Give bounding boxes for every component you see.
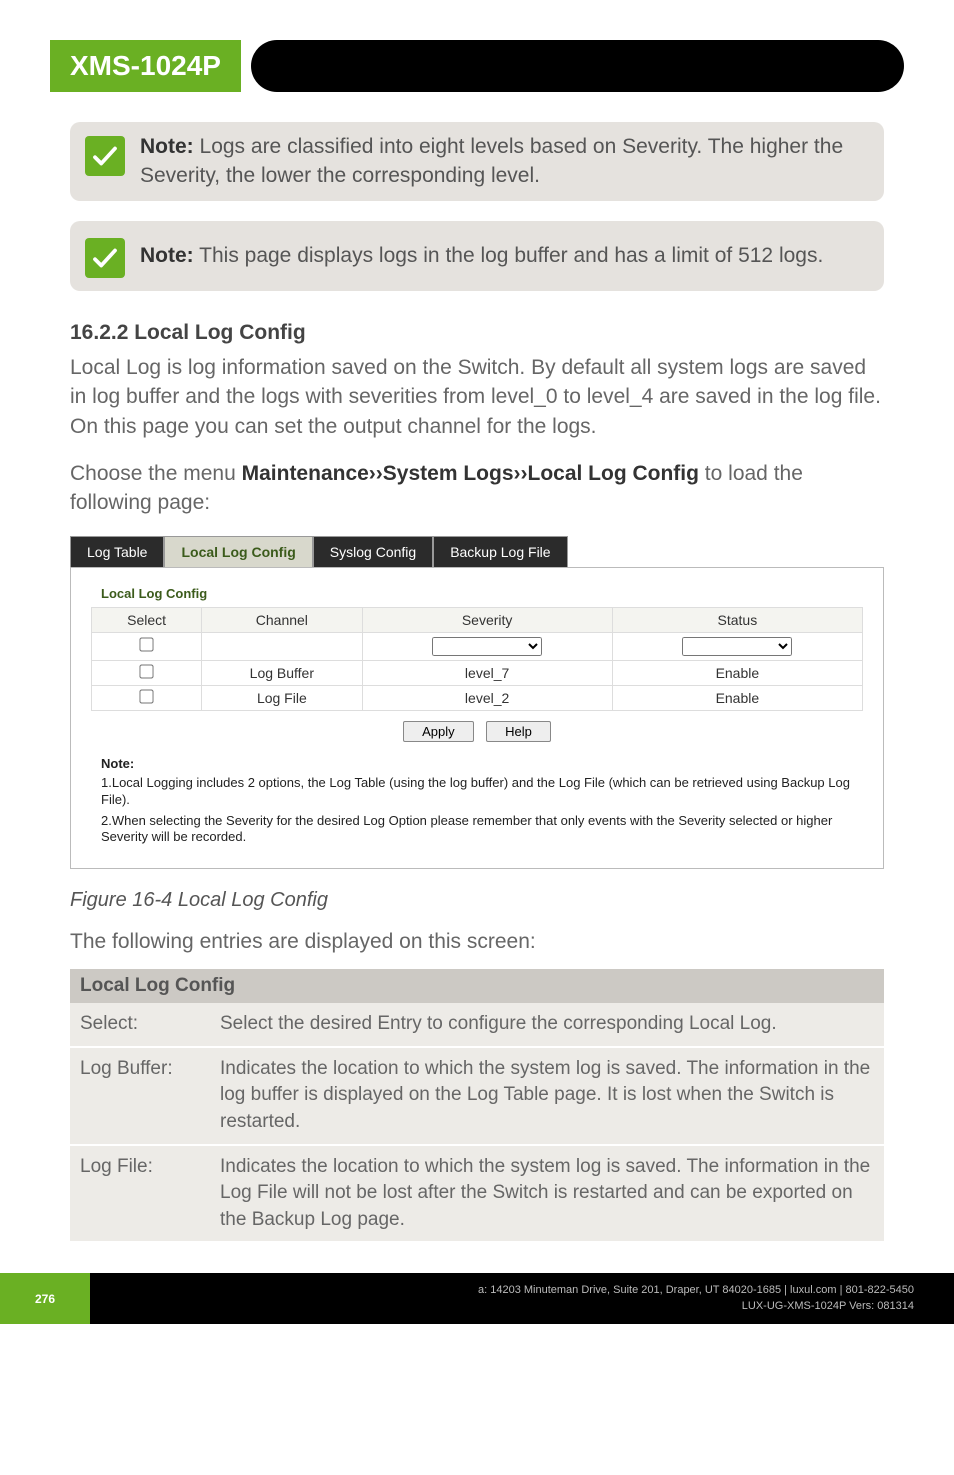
para2-strong: Maintenance››System Logs››Local Log Conf… <box>242 462 699 485</box>
config-panel: Local Log Config Select Channel Severity… <box>70 567 884 870</box>
product-badge: XMS-1024P <box>50 40 241 92</box>
table-row: Log Buffer level_7 Enable <box>92 660 863 685</box>
entries-intro: The following entries are displayed on t… <box>70 930 884 954</box>
col-channel: Channel <box>202 607 362 632</box>
row2-channel: Log File <box>202 685 362 710</box>
row1-status: Enable <box>612 660 862 685</box>
row0-status-select[interactable] <box>682 637 792 656</box>
panel-title: Local Log Config <box>91 586 863 601</box>
desc-row: Log File: Indicates the location to whic… <box>70 1145 884 1243</box>
row0-channel <box>202 632 362 660</box>
screenshot-note-block: Note: 1.Local Logging includes 2 options… <box>91 756 863 847</box>
para2-pre: Choose the menu <box>70 462 242 485</box>
section-para-2: Choose the menu Maintenance››System Logs… <box>70 459 884 518</box>
tab-syslog-config[interactable]: Syslog Config <box>313 536 433 567</box>
footer-info: a: 14203 Minuteman Drive, Suite 201, Dra… <box>90 1273 954 1324</box>
config-screenshot: Log Table Local Log Config Syslog Config… <box>70 536 884 870</box>
tab-backup-log-file[interactable]: Backup Log File <box>433 536 567 567</box>
footer-page-number: 276 <box>0 1273 90 1324</box>
row2-severity: level_2 <box>362 685 612 710</box>
footer-line2: LUX-UG-XMS-1024P Vers: 081314 <box>742 1300 914 1312</box>
check-icon <box>85 238 125 278</box>
note-body-2: This page displays logs in the log buffe… <box>199 244 823 267</box>
note-body-1: Logs are classified into eight levels ba… <box>140 135 843 187</box>
description-table: Local Log Config Select: Select the desi… <box>70 969 884 1243</box>
table-row: Log File level_2 Enable <box>92 685 863 710</box>
screenshot-note-heading: Note: <box>101 756 853 771</box>
header-bar: XMS-1024P <box>50 40 904 92</box>
col-severity: Severity <box>362 607 612 632</box>
section-heading: 16.2.2 Local Log Config <box>70 321 884 345</box>
desc-text-logfile: Indicates the location to which the syst… <box>210 1145 884 1243</box>
row0-severity-select[interactable] <box>432 637 542 656</box>
tab-log-table[interactable]: Log Table <box>70 536 164 567</box>
col-status: Status <box>612 607 862 632</box>
config-table: Select Channel Severity Status Log Buffe… <box>91 607 863 711</box>
note-label-1: Note: <box>140 135 194 158</box>
row1-channel: Log Buffer <box>202 660 362 685</box>
desc-label-logbuffer: Log Buffer: <box>70 1047 210 1145</box>
table-row <box>92 632 863 660</box>
screenshot-note-line-1: 1.Local Logging includes 2 options, the … <box>101 775 853 809</box>
table-header-row: Select Channel Severity Status <box>92 607 863 632</box>
row0-select-checkbox[interactable] <box>139 638 153 652</box>
row1-severity: level_7 <box>362 660 612 685</box>
tab-local-log-config[interactable]: Local Log Config <box>164 536 312 567</box>
note-text-1: Note: Logs are classified into eight lev… <box>140 132 864 191</box>
col-select: Select <box>92 607 202 632</box>
desc-table-header: Local Log Config <box>70 969 884 1003</box>
section-para-1: Local Log is log information saved on th… <box>70 353 884 441</box>
apply-button[interactable]: Apply <box>403 721 474 742</box>
button-row: Apply Help <box>91 721 863 742</box>
desc-text-logbuffer: Indicates the location to which the syst… <box>210 1047 884 1145</box>
desc-label-logfile: Log File: <box>70 1145 210 1243</box>
desc-row: Select: Select the desired Entry to conf… <box>70 1003 884 1047</box>
row2-select-checkbox[interactable] <box>139 689 153 703</box>
note-label-2: Note: <box>140 244 194 267</box>
note-text-2: Note: This page displays logs in the log… <box>140 241 823 270</box>
desc-row: Log Buffer: Indicates the location to wh… <box>70 1047 884 1145</box>
tab-bar: Log Table Local Log Config Syslog Config… <box>70 536 884 567</box>
screenshot-note-line-2: 2.When selecting the Severity for the de… <box>101 813 853 847</box>
row2-status: Enable <box>612 685 862 710</box>
row1-select-checkbox[interactable] <box>139 664 153 678</box>
figure-caption: Figure 16-4 Local Log Config <box>70 889 884 912</box>
help-button[interactable]: Help <box>486 721 551 742</box>
header-dark-bar <box>251 40 904 92</box>
footer-line1: a: 14203 Minuteman Drive, Suite 201, Dra… <box>478 1284 914 1296</box>
desc-label-select: Select: <box>70 1003 210 1047</box>
note-box-1: Note: Logs are classified into eight lev… <box>70 122 884 201</box>
footer: 276 a: 14203 Minuteman Drive, Suite 201,… <box>0 1273 954 1324</box>
note-box-2: Note: This page displays logs in the log… <box>70 221 884 291</box>
check-icon <box>85 136 125 176</box>
desc-text-select: Select the desired Entry to configure th… <box>210 1003 884 1047</box>
